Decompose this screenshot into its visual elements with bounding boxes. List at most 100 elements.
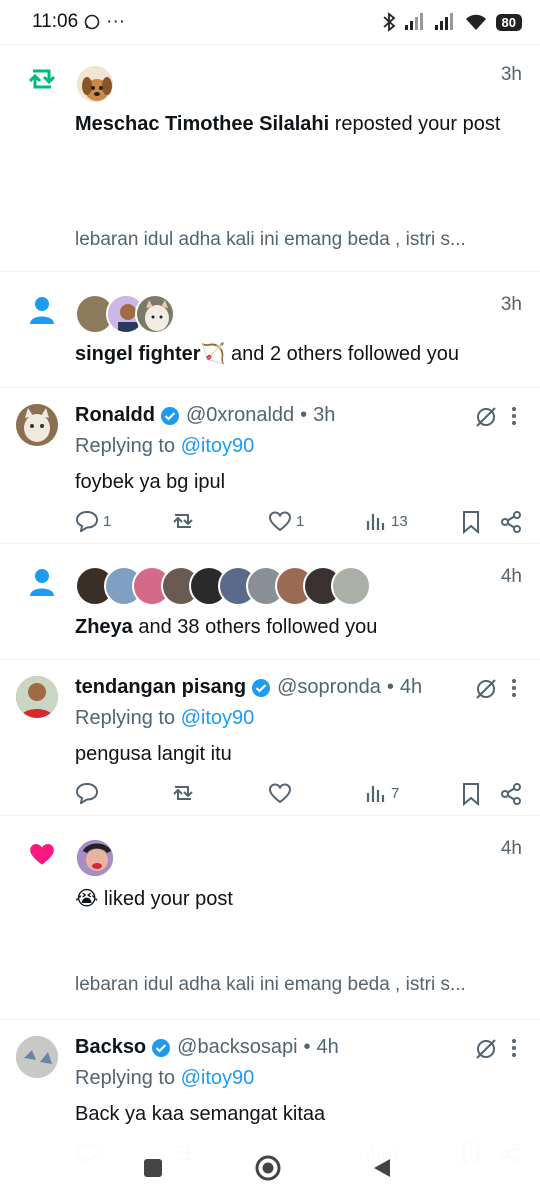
- actor-name[interactable]: Zheya: [75, 616, 133, 638]
- reply-text: foybek ya bg ipul: [75, 471, 226, 493]
- avatar-follower-3[interactable]: [135, 294, 175, 334]
- author-handle[interactable]: @backsosapi: [177, 1036, 297, 1059]
- notification-time: 3h: [500, 294, 522, 315]
- battery-level: 80: [495, 13, 522, 31]
- post-preview[interactable]: lebaran idul adha kali ini emang beda , …: [75, 974, 520, 996]
- reply-button[interactable]: 1: [75, 510, 111, 532]
- notification-time: 4h: [500, 838, 522, 859]
- action-text: liked your post: [98, 888, 233, 910]
- mention-link[interactable]: @itoy90: [181, 435, 255, 457]
- more-options-icon[interactable]: [510, 678, 518, 698]
- notification-repost[interactable]: 3h Meschac Timothee Silalahi reposted yo…: [0, 45, 540, 271]
- retweet-icon: [173, 786, 193, 800]
- actor-name[interactable]: Meschac Timothee Silalahi: [75, 113, 329, 135]
- more-options-icon[interactable]: [510, 1038, 518, 1058]
- share-icon[interactable]: [499, 510, 523, 534]
- notification-text: 😭 liked your post: [75, 885, 518, 913]
- view-count: 13: [391, 512, 408, 530]
- status-bar: 11:06 ··· 80: [0, 0, 540, 44]
- views-button[interactable]: 7: [365, 782, 399, 804]
- actor-name[interactable]: singel fighter🏹: [75, 343, 225, 365]
- recents-button[interactable]: [137, 1152, 169, 1184]
- heart-filled-icon: [24, 836, 60, 872]
- avatar-liker[interactable]: [75, 838, 115, 878]
- retweet-button[interactable]: [170, 510, 196, 532]
- signal-icon-1: [404, 13, 423, 30]
- like-button[interactable]: 1: [268, 510, 304, 532]
- action-text: reposted your post: [329, 113, 501, 135]
- notification-text: Meschac Timothee Silalahi reposted your …: [75, 110, 518, 138]
- like-count: 1: [296, 512, 305, 530]
- reply-text: pengusa langit itu: [75, 743, 232, 765]
- author-name[interactable]: tendangan pisang: [75, 676, 246, 699]
- avatar-ronaldd[interactable]: [16, 404, 58, 446]
- replying-to: Replying to @itoy90: [75, 1067, 255, 1089]
- bookmark-icon[interactable]: [461, 510, 481, 534]
- post-time: 4h: [316, 1036, 339, 1058]
- post-time: 3h: [313, 404, 336, 426]
- action-bar: 1 1 13: [75, 510, 524, 538]
- square-icon: [144, 1159, 162, 1177]
- notification-follow[interactable]: 4h Zheya and 38 others followed you: [0, 544, 540, 659]
- home-circle-icon: [255, 1155, 281, 1181]
- author-handle[interactable]: @0xronaldd: [186, 404, 294, 427]
- mention-link[interactable]: @itoy90: [181, 707, 255, 729]
- grok-icon[interactable]: [474, 1037, 498, 1061]
- bookmark-icon[interactable]: [461, 782, 481, 806]
- bluetooth-icon: [382, 12, 395, 32]
- reply-text: Back ya kaa semangat kitaa: [75, 1103, 326, 1125]
- grok-icon[interactable]: [474, 405, 498, 429]
- reply-ronaldd[interactable]: Ronaldd @0xronaldd • 3h Replying to @ito…: [0, 388, 540, 543]
- action-text: and 2 others followed you: [225, 343, 459, 365]
- notification-text: singel fighter🏹 and 2 others followed yo…: [75, 340, 518, 368]
- back-button[interactable]: [366, 1152, 398, 1184]
- author-name[interactable]: Backso: [75, 1036, 146, 1059]
- post-preview[interactable]: lebaran idul adha kali ini emang beda , …: [75, 229, 520, 251]
- avatar-tendangan-pisang[interactable]: [16, 676, 58, 718]
- author-handle[interactable]: @sopronda: [277, 676, 381, 699]
- view-count: 7: [391, 784, 400, 802]
- post-time: 4h: [399, 676, 423, 698]
- reply-count: 1: [103, 512, 112, 530]
- person-icon: [24, 292, 60, 328]
- mention-link[interactable]: @itoy90: [181, 1067, 255, 1089]
- verified-badge-icon: [161, 406, 179, 425]
- heart-icon: [268, 783, 292, 804]
- like-button[interactable]: [268, 782, 292, 804]
- back-triangle-icon: [374, 1159, 390, 1177]
- avatar-backso[interactable]: [16, 1036, 58, 1078]
- status-more-dots: ···: [106, 11, 126, 32]
- share-icon[interactable]: [499, 782, 523, 806]
- views-button[interactable]: 13: [365, 510, 408, 532]
- signal-icon-2: [434, 13, 453, 30]
- author-name[interactable]: Ronaldd: [75, 404, 155, 427]
- replying-to: Replying to @itoy90: [75, 435, 255, 457]
- notification-follow[interactable]: 3h singel fighter🏹 and 2 others followed…: [0, 272, 540, 387]
- reply-icon: [75, 782, 99, 804]
- repost-icon: [24, 61, 60, 97]
- action-bar: 7: [75, 782, 524, 810]
- avatar-dog[interactable]: [75, 64, 115, 104]
- action-text: and 38 others followed you: [132, 616, 378, 638]
- replying-to: Replying to @itoy90: [75, 707, 255, 729]
- system-navigation-bar: [0, 1138, 540, 1200]
- notification-text: Zheya and 38 others followed you: [75, 613, 518, 641]
- status-time: 11:06: [32, 11, 79, 32]
- retweet-icon: [173, 514, 193, 528]
- grok-icon[interactable]: [474, 677, 498, 701]
- reply-tendangan-pisang[interactable]: tendangan pisang @sopronda • 4h Replying…: [0, 660, 540, 815]
- verified-badge-icon: [152, 1038, 171, 1057]
- notification-time: 4h: [500, 566, 522, 587]
- heart-icon: [268, 511, 292, 532]
- actor-name[interactable]: 😭: [75, 888, 98, 910]
- avatar-follower-10[interactable]: [331, 566, 371, 606]
- notification-like[interactable]: 4h 😭 liked your post lebaran idul adha k…: [0, 816, 540, 1019]
- person-icon: [24, 564, 60, 600]
- notification-time: 3h: [500, 64, 522, 85]
- verified-badge-icon: [252, 678, 271, 697]
- home-button[interactable]: [252, 1152, 284, 1184]
- retweet-button[interactable]: [170, 782, 196, 804]
- reply-icon: [75, 510, 99, 532]
- more-options-icon[interactable]: [510, 406, 518, 426]
- reply-button[interactable]: [75, 782, 99, 804]
